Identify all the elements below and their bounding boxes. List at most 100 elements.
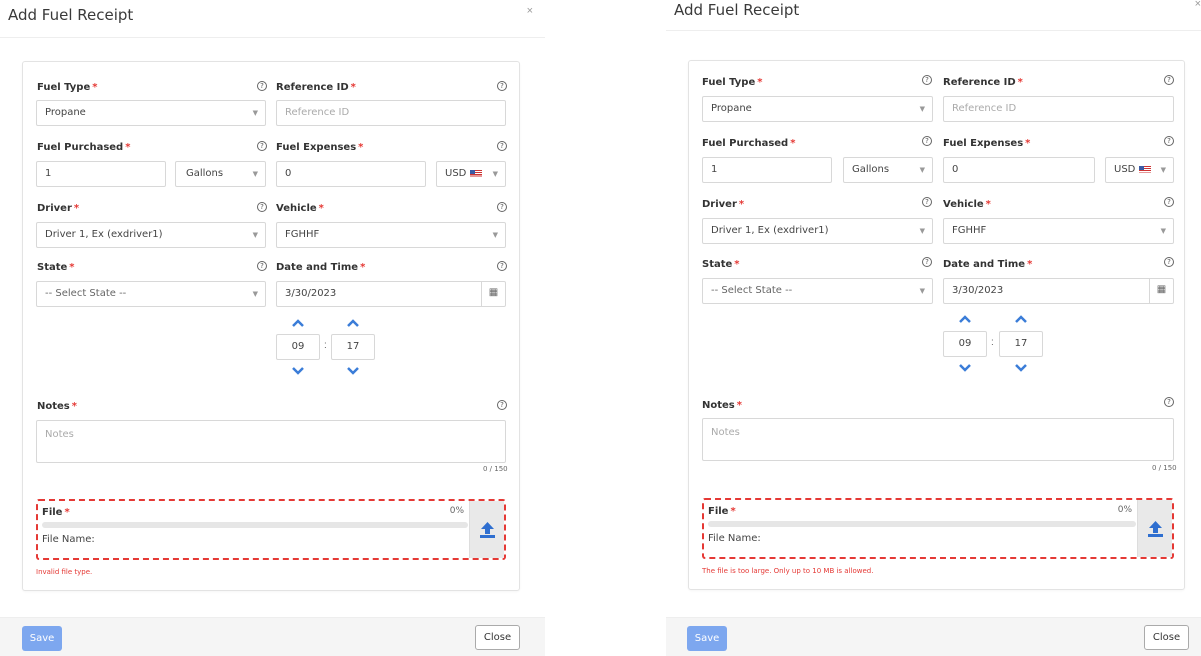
currency-select[interactable]: USD ▼ <box>436 161 506 187</box>
us-flag-icon <box>469 169 482 177</box>
fuel-purchased-input[interactable]: 1 <box>36 161 166 187</box>
header-divider <box>0 37 545 38</box>
fuel-purchased-label: Fuel Purchased * <box>37 142 131 153</box>
help-icon[interactable]: ? <box>922 257 932 267</box>
vehicle-select[interactable]: FGHHF ▼ <box>276 222 506 248</box>
help-icon[interactable]: ? <box>922 197 932 207</box>
help-icon[interactable]: ? <box>257 261 267 271</box>
reference-id-input[interactable]: Reference ID <box>276 100 506 126</box>
help-icon[interactable]: ? <box>922 136 932 146</box>
driver-select[interactable]: Driver 1, Ex (exdriver1) ▼ <box>36 222 266 248</box>
state-label: State * <box>702 259 740 270</box>
help-icon[interactable]: ? <box>922 75 932 85</box>
chevron-down-icon: ▼ <box>492 231 498 239</box>
fuel-purchased-input[interactable]: 1 <box>702 157 832 183</box>
unit-select[interactable]: Gallons ▼ <box>843 157 933 183</box>
fuel-type-select[interactable]: Propane ▼ <box>702 96 933 122</box>
close-button[interactable]: Close <box>1144 625 1189 650</box>
vehicle-select[interactable]: FGHHF ▼ <box>943 218 1174 244</box>
hour-down-chevron-icon[interactable] <box>958 363 972 373</box>
calendar-icon[interactable]: ▦ <box>1149 279 1173 303</box>
file-upload-area[interactable]: File * 0% File Name: <box>36 499 506 560</box>
chevron-down-icon: ▼ <box>919 227 925 235</box>
hour-down-chevron-icon[interactable] <box>291 366 305 376</box>
state-label: State * <box>37 262 75 273</box>
file-name-label: File Name: <box>708 533 761 544</box>
minute-up-chevron-icon[interactable] <box>1014 314 1028 324</box>
upload-button[interactable] <box>1137 500 1172 557</box>
fuel-type-label: Fuel Type * <box>702 77 763 88</box>
notes-char-counter: 0 / 150 <box>1152 464 1177 472</box>
help-icon[interactable]: ? <box>1164 197 1174 207</box>
upload-button[interactable] <box>469 501 504 558</box>
hour-up-chevron-icon[interactable] <box>958 314 972 324</box>
save-button[interactable]: Save <box>22 626 62 651</box>
fuel-expenses-input[interactable]: 0 <box>943 157 1095 183</box>
chevron-down-icon: ▼ <box>919 287 925 295</box>
vehicle-label: Vehicle * <box>276 203 324 214</box>
save-button[interactable]: Save <box>687 626 727 651</box>
hour-input[interactable]: 09 <box>943 331 987 357</box>
state-select[interactable]: -- Select State -- ▼ <box>36 281 266 307</box>
help-icon[interactable]: ? <box>497 261 507 271</box>
minute-down-chevron-icon[interactable] <box>1014 363 1028 373</box>
help-icon[interactable]: ? <box>1164 75 1174 85</box>
date-input[interactable]: 3/30/2023 ▦ <box>276 281 506 307</box>
minute-input[interactable]: 17 <box>999 331 1043 357</box>
help-icon[interactable]: ? <box>257 81 267 91</box>
currency-select[interactable]: USD ▼ <box>1105 157 1174 183</box>
notes-label: Notes * <box>37 401 77 412</box>
time-separator: : <box>324 340 327 351</box>
close-button[interactable]: Close <box>475 625 520 650</box>
close-icon[interactable]: × <box>527 5 533 17</box>
upload-icon <box>480 522 495 538</box>
help-icon[interactable]: ? <box>1164 136 1174 146</box>
help-icon[interactable]: ? <box>257 141 267 151</box>
notes-label: Notes * <box>702 400 742 411</box>
fuel-type-label: Fuel Type * <box>37 82 98 93</box>
us-flag-icon <box>1138 165 1151 173</box>
header-divider <box>666 30 1201 31</box>
upload-progress-bar <box>708 521 1136 527</box>
form-card: Fuel Type * ? Propane ▼ Reference ID * ? Re… <box>22 61 520 591</box>
chevron-down-icon: ▼ <box>252 109 258 117</box>
fuel-expenses-input[interactable]: 0 <box>276 161 426 187</box>
time-separator: : <box>991 337 994 348</box>
help-icon[interactable]: ? <box>497 400 507 410</box>
hour-input[interactable]: 09 <box>276 334 320 360</box>
upload-percent: 0% <box>1117 505 1132 515</box>
reference-id-label: Reference ID * <box>276 82 356 93</box>
reference-id-input[interactable]: Reference ID <box>943 96 1174 122</box>
close-icon[interactable]: × <box>1195 0 1201 10</box>
reference-id-label: Reference ID * <box>943 77 1023 88</box>
upload-icon <box>1148 521 1163 537</box>
fuel-expenses-label: Fuel Expenses * <box>276 142 364 153</box>
help-icon[interactable]: ? <box>497 81 507 91</box>
help-icon[interactable]: ? <box>257 202 267 212</box>
fuel-expenses-label: Fuel Expenses * <box>943 138 1031 149</box>
fuel-type-select[interactable]: Propane ▼ <box>36 100 266 126</box>
file-error-message: Invalid file type. <box>36 568 93 576</box>
notes-textarea[interactable]: Notes <box>36 420 506 463</box>
help-icon[interactable]: ? <box>497 202 507 212</box>
unit-select[interactable]: Gallons ▼ <box>175 161 266 187</box>
notes-char-counter: 0 / 150 <box>483 465 508 473</box>
minute-input[interactable]: 17 <box>331 334 375 360</box>
file-upload-area[interactable]: File * 0% File Name: <box>702 498 1174 559</box>
calendar-icon[interactable]: ▦ <box>481 282 505 306</box>
upload-progress-bar <box>42 522 468 528</box>
driver-select[interactable]: Driver 1, Ex (exdriver1) ▼ <box>702 218 933 244</box>
chevron-down-icon: ▼ <box>919 105 925 113</box>
state-select[interactable]: -- Select State -- ▼ <box>702 278 933 304</box>
help-icon[interactable]: ? <box>497 141 507 151</box>
file-name-label: File Name: <box>42 534 95 545</box>
help-icon[interactable]: ? <box>1164 257 1174 267</box>
minute-down-chevron-icon[interactable] <box>346 366 360 376</box>
hour-up-chevron-icon[interactable] <box>291 318 305 328</box>
help-icon[interactable]: ? <box>1164 397 1174 407</box>
date-input[interactable]: 3/30/2023 ▦ <box>943 278 1174 304</box>
driver-label: Driver * <box>37 203 80 214</box>
minute-up-chevron-icon[interactable] <box>346 318 360 328</box>
notes-textarea[interactable]: Notes <box>702 418 1174 461</box>
chevron-down-icon: ▼ <box>252 170 258 178</box>
